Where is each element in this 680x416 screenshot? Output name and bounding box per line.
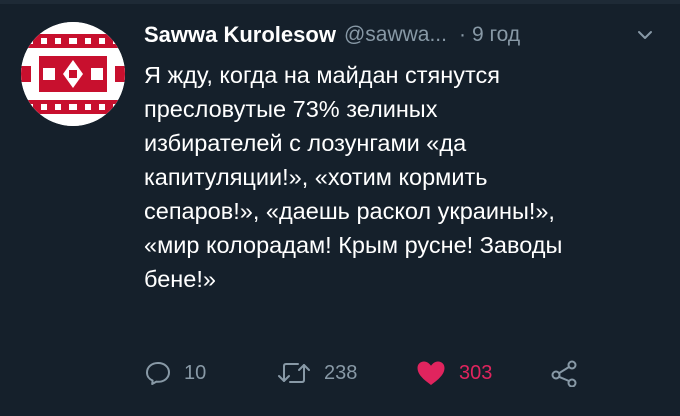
- retweet-count: 238: [324, 361, 358, 384]
- chevron-down-icon: [638, 31, 652, 39]
- tweet-text-line: Я жду, когда на майдан стянутся: [144, 62, 500, 88]
- tweet-text-line: сепаров!», «даешь раскол украины!»,: [144, 198, 555, 224]
- tweet-menu-button[interactable]: [634, 24, 656, 46]
- separator-dot: ·: [458, 23, 466, 46]
- tweet[interactable]: Sawwa Kurolesow @sawwa... · 9 год Я жду,…: [0, 0, 680, 416]
- timestamp[interactable]: 9 год: [472, 23, 520, 47]
- display-name[interactable]: Sawwa Kurolesow: [144, 22, 336, 48]
- like-count: 303: [459, 361, 493, 384]
- reply-count: 10: [184, 361, 207, 384]
- retweet-icon: [278, 363, 310, 383]
- belarusian-ornament-avatar-icon: [21, 22, 125, 126]
- tweet-text-line: капитуляции!», «хотим кормить: [144, 164, 488, 190]
- tweet-text-line: избирателей с лозунгами «да: [144, 130, 467, 156]
- handle[interactable]: @sawwa...: [344, 23, 447, 47]
- retweet-button[interactable]: 238: [276, 355, 357, 391]
- tweet-text-line: бене!»: [144, 266, 216, 292]
- heart-icon: [417, 361, 445, 385]
- reply-button[interactable]: 10: [144, 355, 206, 391]
- share-button[interactable]: [550, 355, 580, 391]
- tweet-actions: 10 238 303: [144, 355, 644, 391]
- like-button[interactable]: 303: [415, 355, 492, 391]
- reply-icon: [146, 362, 170, 385]
- tweet-text: Я жду, когда на майдан стянутся преслову…: [144, 58, 672, 296]
- tweet-text-line: пресловутые 73% зелиных: [144, 96, 438, 122]
- tweet-text-line: «мир колорадам! Крым русне! Заводы: [144, 232, 563, 258]
- share-icon: [551, 360, 577, 387]
- tweet-header: Sawwa Kurolesow @sawwa... · 9 год: [144, 20, 664, 50]
- avatar[interactable]: [21, 22, 125, 126]
